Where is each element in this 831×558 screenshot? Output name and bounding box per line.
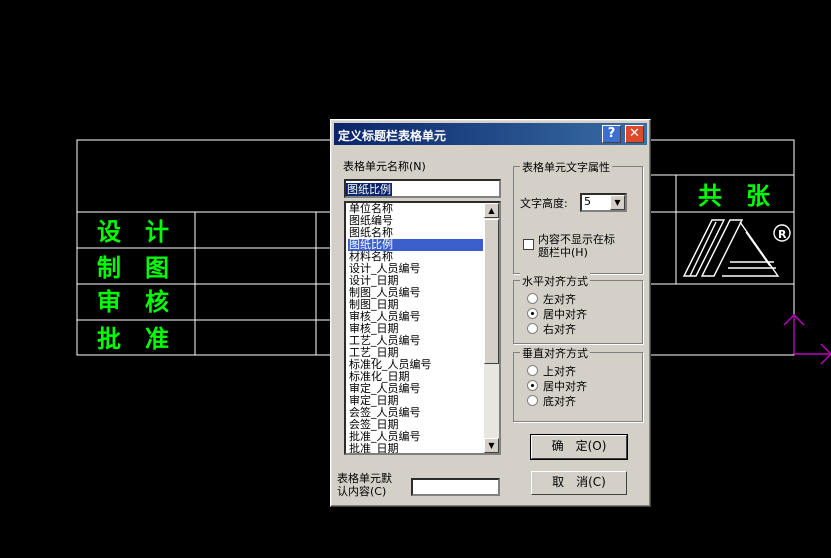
text-height-combo[interactable]: 5 ▼ — [580, 193, 627, 212]
cell-name-value: 图纸比例 — [346, 183, 392, 196]
v-align-top-label: 上对齐 — [543, 365, 576, 378]
row-label-review: 审 核 — [97, 288, 169, 316]
close-button[interactable]: ✕ — [625, 125, 644, 143]
text-height-label: 文字高度: — [520, 197, 568, 210]
list-item[interactable]: 批准_日期 — [348, 443, 483, 454]
row-label-drafting: 制 图 — [97, 254, 169, 282]
dialog-titlebar[interactable]: 定义标题栏表格单元 ? ✕ — [334, 123, 647, 145]
h-align-right-radio[interactable] — [527, 323, 538, 334]
cancel-button[interactable]: 取 消(C) — [531, 471, 627, 495]
help-button[interactable]: ? — [602, 125, 621, 143]
scroll-down-icon[interactable]: ▼ — [484, 438, 499, 453]
h-align-center-label: 居中对齐 — [543, 308, 587, 321]
text-props-title: 表格单元文字属性 — [520, 159, 612, 175]
v-align-title: 垂直对齐方式 — [520, 345, 590, 361]
v-align-top-radio[interactable] — [527, 365, 538, 376]
row-label-approve: 批 准 — [97, 325, 169, 353]
cell-name-listbox[interactable]: 单位名称 图纸编号 图纸名称 图纸比例 材料名称 设计_人员编号 设计_日期 制图_人员编号制… — [344, 201, 501, 455]
default-content-input[interactable] — [411, 478, 500, 496]
cell-name-label: 表格单元名称(N) — [343, 160, 426, 173]
h-align-right-label: 右对齐 — [543, 323, 576, 336]
chevron-down-icon[interactable]: ▼ — [610, 195, 625, 210]
v-align-bottom-radio[interactable] — [527, 395, 538, 406]
v-align-center-radio[interactable] — [527, 380, 538, 391]
h-align-center-radio[interactable] — [527, 308, 538, 319]
dialog-title: 定义标题栏表格单元 — [338, 129, 447, 143]
row-label-design: 设 计 — [97, 218, 169, 246]
list-scrollbar[interactable]: ▲ ▼ — [484, 203, 499, 453]
v-align-center-label: 居中对齐 — [543, 380, 587, 393]
h-align-left-radio[interactable] — [527, 293, 538, 304]
h-align-left-label: 左对齐 — [543, 293, 576, 306]
scroll-up-icon[interactable]: ▲ — [484, 203, 499, 218]
ucs-axis-icon — [783, 314, 831, 365]
ok-button[interactable]: 确 定(O) — [530, 434, 628, 460]
scroll-thumb[interactable] — [484, 219, 499, 364]
default-content-label-2: 认内容(C) — [337, 485, 387, 498]
define-title-cell-dialog: 定义标题栏表格单元 ? ✕ 表格单元名称(N) 图纸比例 单位名称 图纸编号 图纸名… — [330, 119, 651, 507]
cell-name-input[interactable]: 图纸比例 — [344, 179, 501, 198]
text-height-value: 5 — [584, 195, 591, 208]
company-logo-icon: R — [682, 219, 791, 277]
list-items: 单位名称 图纸编号 图纸名称 图纸比例 材料名称 设计_人员编号 设计_日期 制图_人员编号制… — [348, 203, 483, 454]
svg-text:R: R — [778, 228, 787, 241]
sheet-count-label: 共 张 — [698, 182, 771, 210]
hide-content-label-2: 题栏中(H) — [538, 246, 588, 259]
h-align-title: 水平对齐方式 — [520, 273, 590, 289]
v-align-bottom-label: 底对齐 — [543, 395, 576, 408]
hide-content-checkbox[interactable] — [523, 239, 534, 250]
